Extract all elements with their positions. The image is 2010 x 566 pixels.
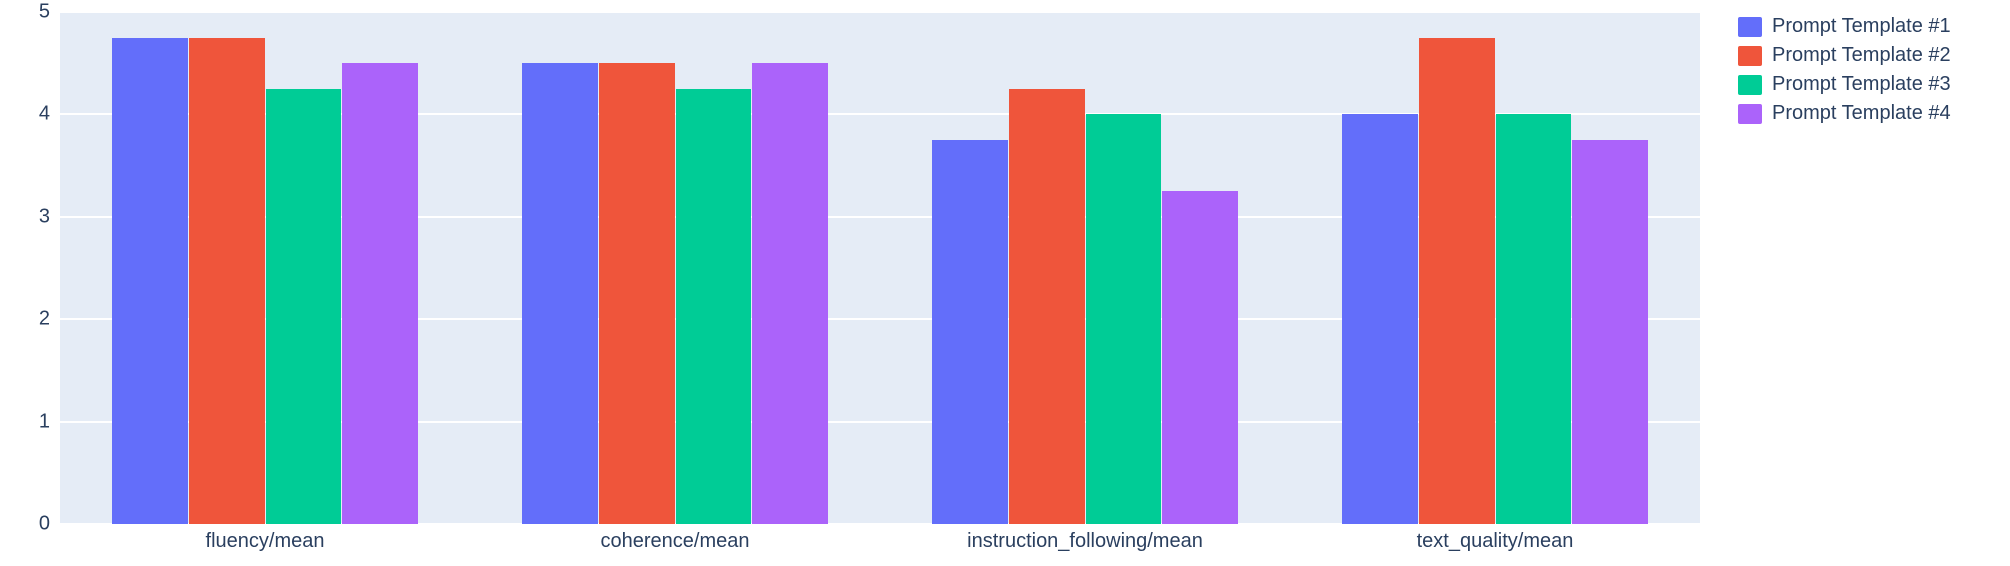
bar[interactable] [266, 89, 342, 524]
chart-legend: Prompt Template #1 Prompt Template #2 Prom… [1738, 12, 1998, 128]
legend-swatch [1738, 104, 1762, 124]
y-tick-label: 2 [0, 308, 50, 331]
x-tick-label: fluency/mean [206, 530, 325, 553]
bar[interactable] [342, 63, 418, 524]
bar[interactable] [112, 38, 188, 524]
y-tick-label: 4 [0, 103, 50, 126]
chart-main: fluency/mean coherence/mean instruction_fo… [0, 0, 1720, 566]
legend-item[interactable]: Prompt Template #3 [1738, 70, 1998, 99]
bar[interactable] [932, 140, 1008, 524]
chart-container: fluency/mean coherence/mean instruction_fo… [0, 0, 2010, 566]
legend-label: Prompt Template #4 [1772, 102, 1951, 125]
y-tick-label: 3 [0, 205, 50, 228]
y-tick-label: 5 [0, 1, 50, 24]
legend-label: Prompt Template #2 [1772, 44, 1951, 67]
bar[interactable] [189, 38, 265, 524]
legend-item[interactable]: Prompt Template #1 [1738, 12, 1998, 41]
x-tick-label: text_quality/mean [1417, 530, 1574, 553]
bars-layer [60, 12, 1700, 524]
y-tick-label: 1 [0, 410, 50, 433]
bar[interactable] [1009, 89, 1085, 524]
legend-label: Prompt Template #3 [1772, 73, 1951, 96]
legend-swatch [1738, 75, 1762, 95]
legend-item[interactable]: Prompt Template #2 [1738, 41, 1998, 70]
bar[interactable] [599, 63, 675, 524]
bar[interactable] [752, 63, 828, 524]
x-tick-label: coherence/mean [601, 530, 750, 553]
bar[interactable] [1162, 191, 1238, 524]
x-axis-labels: fluency/mean coherence/mean instruction_fo… [60, 524, 1700, 566]
bar[interactable] [1419, 38, 1495, 524]
legend-label: Prompt Template #1 [1772, 15, 1951, 38]
bar[interactable] [1496, 114, 1572, 524]
bar[interactable] [676, 89, 752, 524]
bar[interactable] [1572, 140, 1648, 524]
legend-item[interactable]: Prompt Template #4 [1738, 99, 1998, 128]
bar[interactable] [1342, 114, 1418, 524]
legend-swatch [1738, 46, 1762, 66]
legend-swatch [1738, 17, 1762, 37]
bar[interactable] [1086, 114, 1162, 524]
bar[interactable] [522, 63, 598, 524]
plot-area [60, 12, 1700, 524]
y-tick-label: 0 [0, 513, 50, 536]
x-tick-label: instruction_following/mean [967, 530, 1203, 553]
